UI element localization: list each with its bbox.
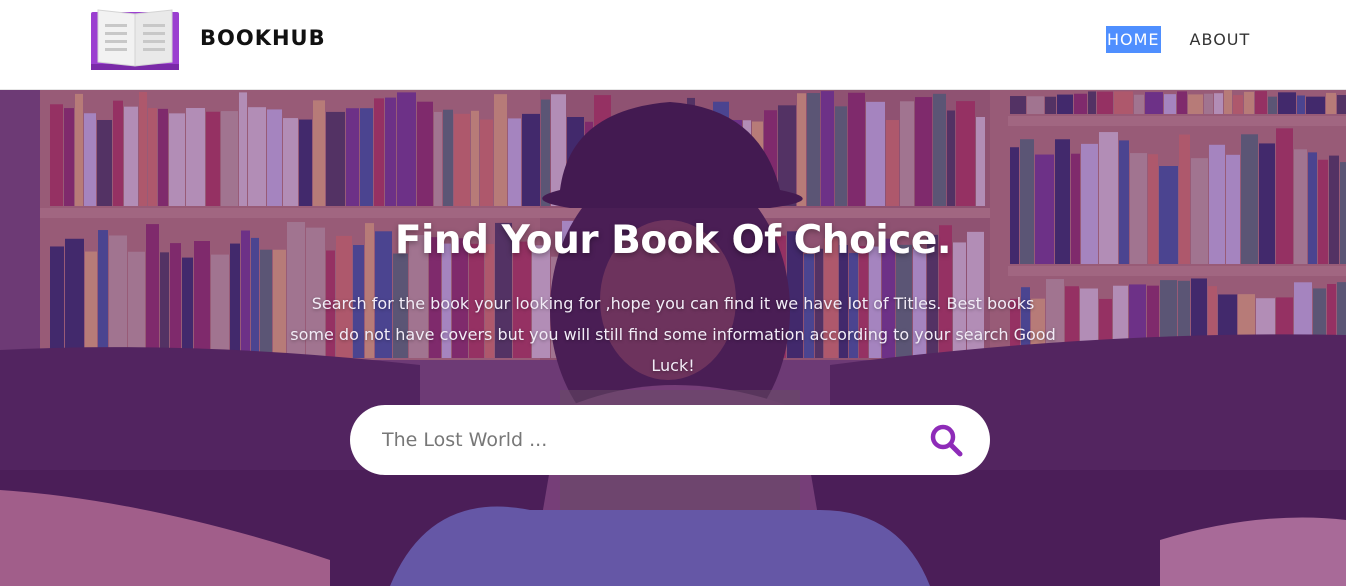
hero-section: Find Your Book Of Choice. Search for the… [0,90,1346,586]
search-form [350,405,990,475]
main-nav: HOME ABOUT [1106,26,1251,53]
nav-home-link[interactable]: HOME [1106,26,1161,53]
search-icon [930,424,963,456]
site-header: BOOKHUB HOME ABOUT [0,0,1346,90]
search-input[interactable] [382,420,922,460]
hero-title: Find Your Book Of Choice. [394,218,952,263]
nav-about-link[interactable]: ABOUT [1189,26,1252,53]
brand-name[interactable]: BOOKHUB [200,26,326,50]
hero-description: Search for the book your looking for ,ho… [290,294,1056,375]
search-button[interactable] [926,421,966,461]
logo-link[interactable] [88,8,184,74]
open-book-icon [91,9,179,70]
